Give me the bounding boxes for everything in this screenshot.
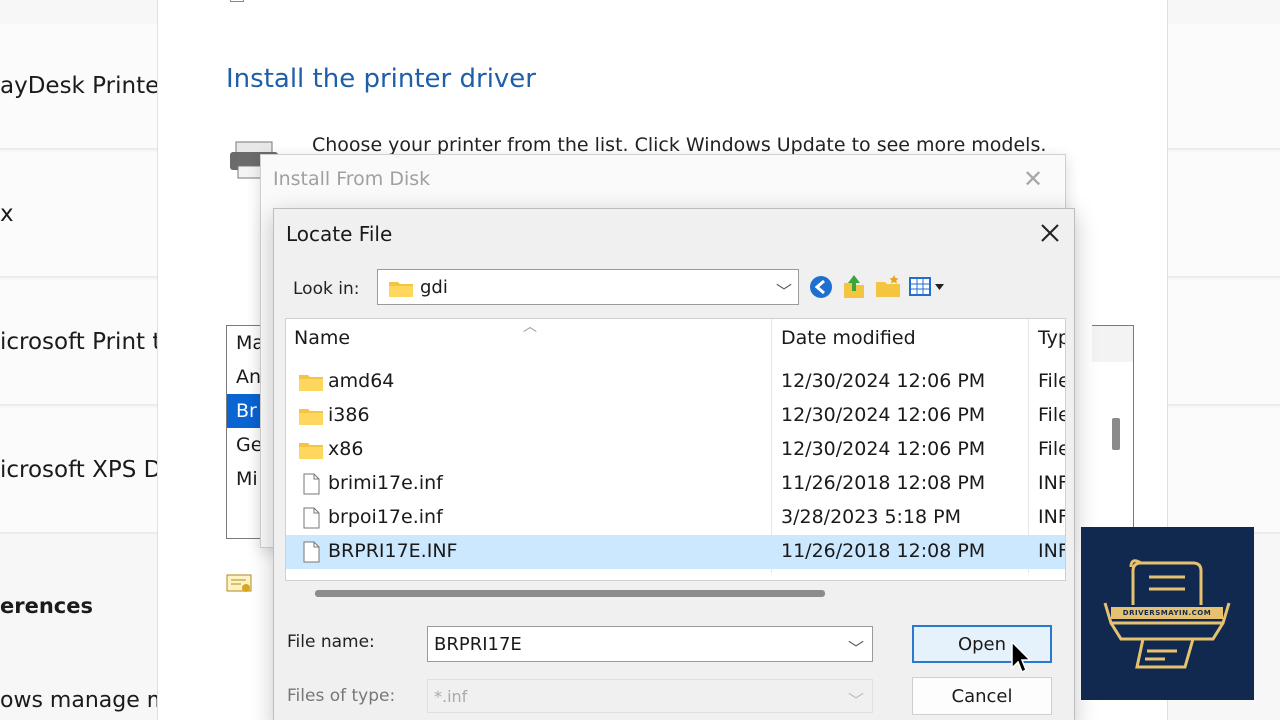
file-row[interactable]: amd64 12/30/2024 12:06 PM File bbox=[286, 365, 1065, 399]
file-name-value: BRPRI17E bbox=[434, 634, 522, 655]
wizard-checkbox-fragment bbox=[230, 0, 244, 2]
background-printer-label: x bbox=[0, 201, 14, 227]
column-date-modified[interactable]: Date modified bbox=[781, 327, 916, 349]
column-type[interactable]: Typ bbox=[1038, 327, 1065, 349]
file-date: 12/30/2024 12:06 PM bbox=[781, 370, 986, 392]
file-date: 12/30/2024 12:06 PM bbox=[781, 404, 986, 426]
folder-icon bbox=[299, 375, 323, 391]
file-date: 11/26/2018 12:08 PM bbox=[781, 540, 986, 562]
file-type: INF bbox=[1038, 506, 1066, 528]
file-icon bbox=[303, 473, 320, 495]
close-icon[interactable] bbox=[1032, 215, 1068, 251]
files-of-type-dropdown[interactable]: *.inf ﹀ bbox=[427, 679, 873, 713]
background-right-row bbox=[1168, 152, 1280, 278]
scrollbar-thumb[interactable] bbox=[315, 590, 825, 597]
certificate-icon bbox=[226, 574, 252, 592]
watermark-text: DRIVERSMAYIN.COM bbox=[1111, 607, 1223, 619]
file-type: File bbox=[1038, 438, 1065, 460]
printer-model-list[interactable] bbox=[1092, 325, 1134, 539]
file-name: i386 bbox=[328, 404, 370, 426]
file-type: File bbox=[1038, 404, 1065, 426]
file-type: File bbox=[1038, 370, 1065, 392]
background-printer-item[interactable]: icrosoft Print t bbox=[0, 280, 160, 406]
file-type: INF bbox=[1038, 540, 1066, 562]
file-date: 3/28/2023 5:18 PM bbox=[781, 506, 962, 528]
file-name: brimi17e.inf bbox=[328, 472, 443, 494]
chevron-down-icon[interactable]: ﹀ bbox=[848, 635, 864, 659]
file-name-label: File name: bbox=[287, 632, 375, 652]
background-settings-list: ayDesk Printer x icrosoft Print t icroso… bbox=[0, 0, 168, 720]
wizard-description: Choose your printer from the list. Click… bbox=[312, 134, 1047, 156]
file-row[interactable]: i386 12/30/2024 12:06 PM File bbox=[286, 399, 1065, 433]
locate-file-dialog: Locate File Look in: gdi ﹀ ︿ Name Date m… bbox=[273, 208, 1075, 720]
background-printer-label: ayDesk Printer bbox=[0, 73, 160, 99]
look-in-dropdown[interactable]: gdi ﹀ bbox=[377, 269, 799, 305]
file-icon bbox=[303, 541, 320, 563]
file-row[interactable]: x86 12/30/2024 12:06 PM File bbox=[286, 433, 1065, 467]
file-name: amd64 bbox=[328, 370, 395, 392]
file-date: 12/30/2024 12:06 PM bbox=[781, 438, 986, 460]
file-icon bbox=[303, 507, 320, 529]
look-in-label: Look in: bbox=[293, 279, 360, 299]
file-date: 11/26/2018 12:08 PM bbox=[781, 472, 986, 494]
file-list-header: ︿ Name Date modified Typ bbox=[286, 319, 1065, 573]
look-in-value: gdi bbox=[420, 277, 448, 298]
folder-icon bbox=[389, 282, 413, 297]
background-bottom-text: ows manage m bbox=[0, 688, 169, 713]
background-right-row bbox=[1168, 408, 1280, 534]
column-name[interactable]: Name bbox=[294, 327, 350, 349]
background-printer-item[interactable]: ayDesk Printer bbox=[0, 24, 160, 150]
close-icon[interactable]: ✕ bbox=[1023, 165, 1043, 193]
file-list[interactable]: ︿ Name Date modified Typ amd64 12/30/202… bbox=[285, 318, 1066, 581]
chevron-down-icon[interactable]: ﹀ bbox=[848, 687, 864, 711]
file-row[interactable]: brimi17e.inf 11/26/2018 12:08 PM INF bbox=[286, 467, 1066, 501]
background-printer-label: icrosoft XPS Do bbox=[0, 457, 160, 483]
background-printer-item[interactable]: x bbox=[0, 152, 160, 278]
locate-file-title: Locate File bbox=[286, 222, 393, 246]
wizard-title: Install the printer driver bbox=[226, 64, 536, 94]
new-folder-icon[interactable] bbox=[874, 273, 902, 301]
file-row[interactable]: brpoi17e.inf 3/28/2023 5:18 PM INF bbox=[286, 501, 1066, 535]
file-name: brpoi17e.inf bbox=[328, 506, 443, 528]
cancel-button[interactable]: Cancel bbox=[912, 677, 1052, 715]
chevron-down-icon[interactable]: ﹀ bbox=[776, 278, 792, 302]
files-of-type-label: Files of type: bbox=[287, 686, 396, 706]
up-folder-icon[interactable] bbox=[840, 273, 868, 301]
horizontal-scrollbar[interactable] bbox=[285, 590, 1066, 610]
background-printer-item[interactable]: icrosoft XPS Do bbox=[0, 408, 160, 534]
file-name-input[interactable]: BRPRI17E ﹀ bbox=[427, 626, 873, 662]
background-section-heading: erences bbox=[0, 594, 93, 618]
file-name: BRPRI17E.INF bbox=[328, 540, 458, 562]
file-name: x86 bbox=[328, 438, 364, 460]
files-of-type-value: *.inf bbox=[434, 687, 468, 706]
background-printer-label: icrosoft Print t bbox=[0, 329, 160, 355]
printer-model-scrollbar[interactable] bbox=[1112, 418, 1120, 450]
printer-model-list-header bbox=[1092, 326, 1133, 362]
background-right-row bbox=[1168, 280, 1280, 406]
sort-up-icon: ︿ bbox=[523, 319, 537, 335]
install-from-disk-title: Install From Disk bbox=[273, 168, 431, 190]
mouse-cursor-icon bbox=[1011, 640, 1032, 674]
file-type: INF bbox=[1038, 472, 1066, 494]
watermark-logo: DRIVERSMAYIN.COM bbox=[1081, 527, 1254, 700]
file-row-selected[interactable]: BRPRI17E.INF 11/26/2018 12:08 PM INF bbox=[286, 535, 1066, 569]
background-right-row bbox=[1168, 24, 1280, 150]
folder-icon bbox=[299, 409, 323, 425]
view-menu-icon[interactable] bbox=[908, 273, 952, 301]
back-icon[interactable] bbox=[807, 273, 835, 301]
folder-icon bbox=[299, 443, 323, 459]
